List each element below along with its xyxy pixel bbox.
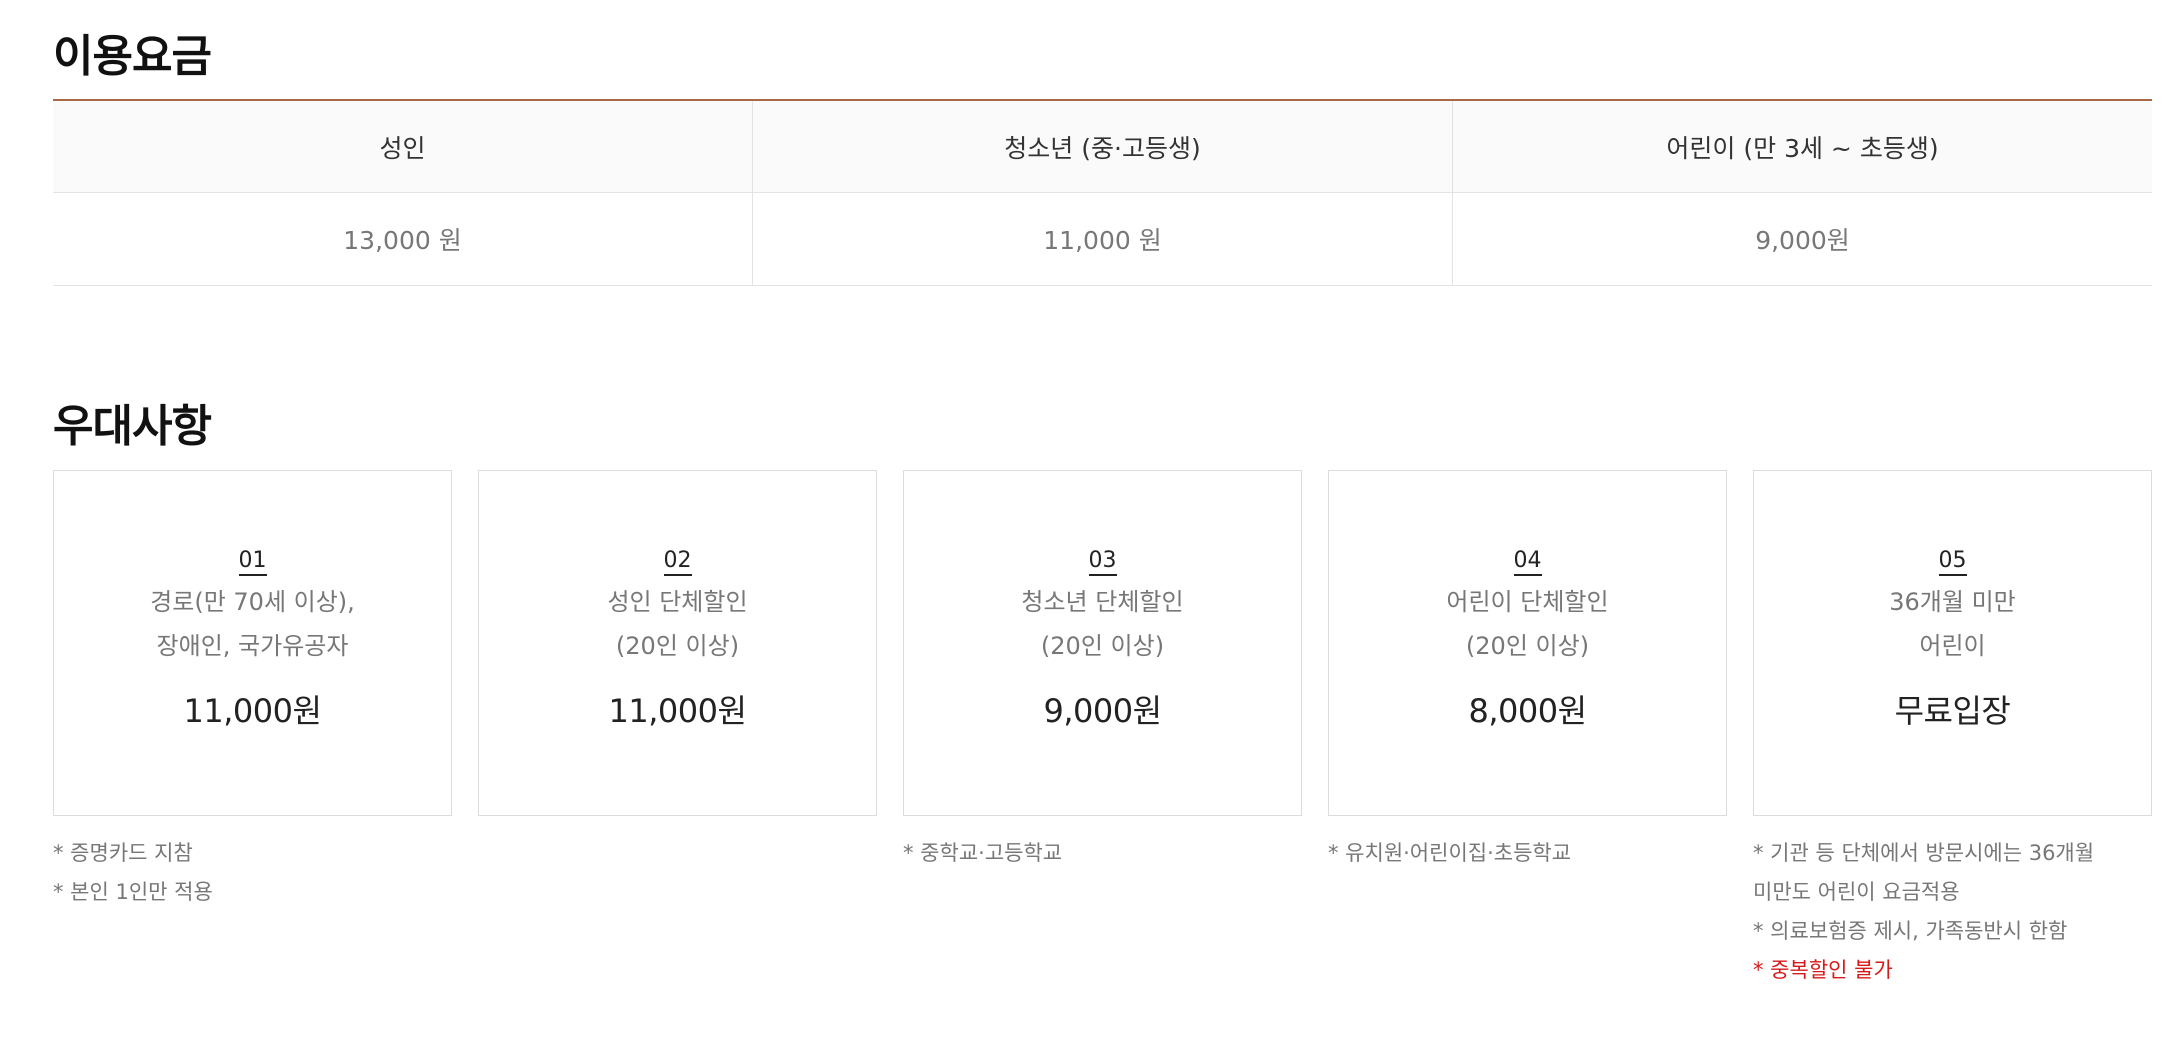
benefit-description-line: (20인 이상) [615,632,740,661]
benefit-column-youth-group: 03 청소년 단체할인 (20인 이상) 9,000원 * 중학교·고등학교 [903,470,1302,990]
benefit-card: 02 성인 단체할인 (20인 이상) 11,000원 [478,470,877,816]
benefit-description: 청소년 단체할인 (20인 이상) [1021,580,1183,668]
benefit-description-line: (20인 이상) [1465,632,1590,661]
benefit-card: 03 청소년 단체할인 (20인 이상) 9,000원 [903,470,1302,816]
benefit-description-line: 36개월 미만 [1889,588,2016,617]
benefit-number: 04 [1513,548,1542,577]
benefit-description-line: 경로(만 70세 이상), [150,588,355,617]
benefit-description: 경로(만 70세 이상), 장애인, 국가유공자 [150,580,355,668]
benefit-column-senior: 01 경로(만 70세 이상), 장애인, 국가유공자 11,000원 * 증명… [53,470,452,990]
benefit-description-line: 어린이 [1919,632,1986,661]
benefit-notes: * 증명카드 지참 * 본인 1인만 적용 [53,834,452,912]
benefit-notes: * 중학교·고등학교 [903,834,1302,873]
benefit-price: 8,000원 [1468,692,1587,731]
fee-value-child: 9,000원 [1452,193,2152,286]
benefit-notes: * 유치원·어린이집·초등학교 [1328,834,1727,873]
benefit-card: 05 36개월 미만 어린이 무료입장 [1753,470,2152,816]
fee-value-youth: 11,000 원 [752,193,1452,286]
benefit-notes: * 기관 등 단체에서 방문시에는 36개월 미만도 어린이 요금적용 * 의료… [1753,834,2152,990]
benefit-description: 36개월 미만 어린이 [1889,580,2016,668]
duplicate-discount-warning: * 중복할인 불가 [1753,958,1893,982]
fee-table: 성인 청소년 (중·고등생) 어린이 (만 3세 ~ 초등생) 13,000 원… [53,99,2152,286]
benefit-number: 01 [238,548,267,577]
benefit-column-infant: 05 36개월 미만 어린이 무료입장 * 기관 등 단체에서 방문시에는 36… [1753,470,2152,990]
benefit-cards: 01 경로(만 70세 이상), 장애인, 국가유공자 11,000원 * 증명… [53,470,2152,990]
fee-header-youth: 청소년 (중·고등생) [752,101,1452,193]
benefit-number: 05 [1938,548,1967,577]
fee-header-adult: 성인 [53,101,752,193]
benefit-description-line: 장애인, 국가유공자 [156,632,349,661]
benefit-column-child-group: 04 어린이 단체할인 (20인 이상) 8,000원 * 유치원·어린이집·초… [1328,470,1727,990]
benefit-description-line: (20인 이상) [1040,632,1165,661]
fee-table-header-row: 성인 청소년 (중·고등생) 어린이 (만 3세 ~ 초등생) [53,101,2152,193]
benefit-card: 04 어린이 단체할인 (20인 이상) 8,000원 [1328,470,1727,816]
fee-header-child: 어린이 (만 3세 ~ 초등생) [1452,101,2152,193]
benefit-number: 02 [663,548,692,577]
benefit-price: 무료입장 [1894,692,2011,731]
benefit-description: 성인 단체할인 (20인 이상) [607,580,747,668]
benefit-price: 11,000원 [608,692,747,731]
benefit-note: * 증명카드 지참 [53,841,193,865]
fee-section-title: 이용요금 [53,31,212,82]
benefit-price: 9,000원 [1043,692,1162,731]
benefit-note: * 본인 1인만 적용 [53,880,213,904]
fee-value-adult: 13,000 원 [53,193,752,286]
benefit-note: * 중학교·고등학교 [903,841,1063,865]
benefit-price: 11,000원 [183,692,322,731]
benefit-column-adult-group: 02 성인 단체할인 (20인 이상) 11,000원 [478,470,877,990]
fee-table-value-row: 13,000 원 11,000 원 9,000원 [53,193,2152,286]
benefit-description-line: 성인 단체할인 [607,588,748,617]
benefit-description-line: 청소년 단체할인 [1021,588,1184,617]
benefit-note: 미만도 어린이 요금적용 [1753,880,1960,904]
benefit-description: 어린이 단체할인 (20인 이상) [1446,580,1608,668]
benefit-note: * 유치원·어린이집·초등학교 [1328,841,1572,865]
benefit-note: * 의료보험증 제시, 가족동반시 한함 [1753,919,2068,943]
benefit-section-title: 우대사항 [53,401,212,452]
benefit-note: * 기관 등 단체에서 방문시에는 36개월 [1753,841,2095,865]
benefit-description-line: 어린이 단체할인 [1446,588,1609,617]
benefit-card: 01 경로(만 70세 이상), 장애인, 국가유공자 11,000원 [53,470,452,816]
benefit-number: 03 [1088,548,1117,577]
